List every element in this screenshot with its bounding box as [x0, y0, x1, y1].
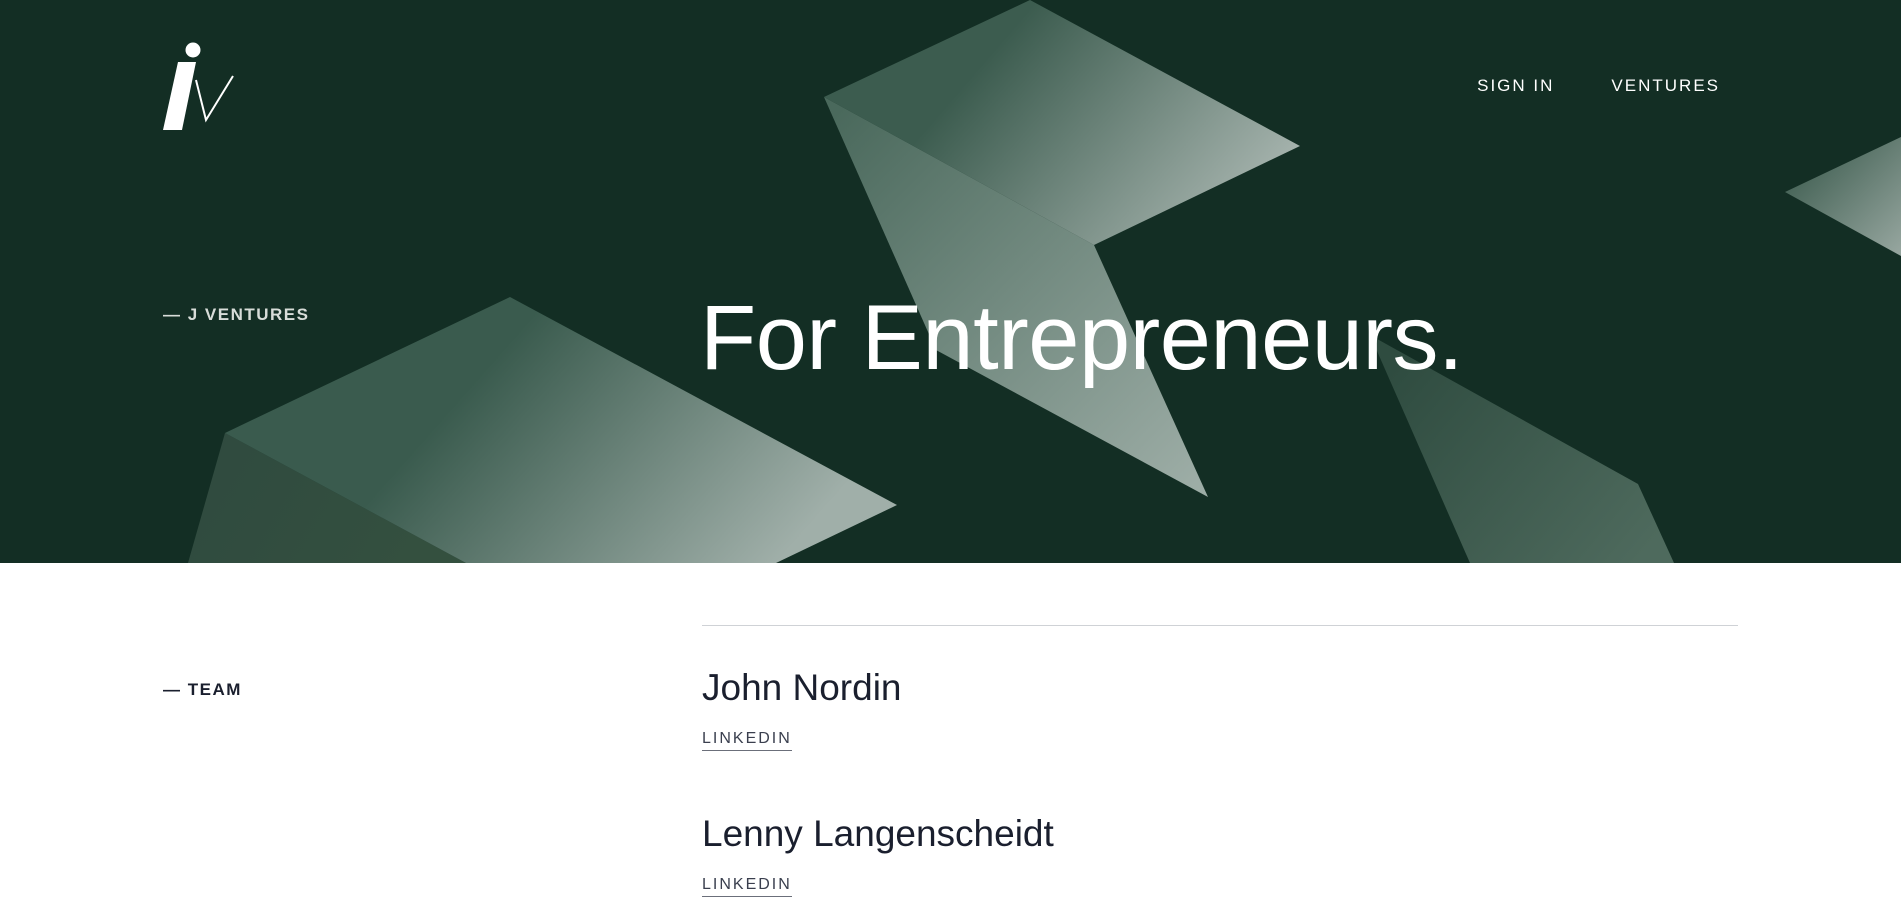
linkedin-link[interactable]: LINKEDIN: [702, 876, 792, 897]
hero-banner: SIGN IN VENTURES — J VENTURES For Entrep…: [0, 0, 1901, 563]
linkedin-link[interactable]: LINKEDIN: [702, 730, 792, 751]
member-name: Lenny Langenscheidt: [702, 813, 1054, 854]
jv-logo-icon[interactable]: [163, 42, 235, 132]
team-label: — TEAM: [163, 680, 242, 699]
member-name: John Nordin: [702, 667, 902, 708]
section-divider: [702, 625, 1738, 626]
sign-in-link[interactable]: SIGN IN: [1477, 76, 1554, 96]
team-member: John Nordin LINKEDIN: [702, 666, 902, 751]
team-member: Lenny Langenscheidt LINKEDIN: [702, 812, 1054, 897]
ventures-link[interactable]: VENTURES: [1611, 76, 1720, 96]
brand-label: — J VENTURES: [163, 305, 310, 324]
main-nav: SIGN IN VENTURES: [1477, 76, 1720, 96]
hero-title: For Entrepreneurs.: [700, 287, 1464, 389]
